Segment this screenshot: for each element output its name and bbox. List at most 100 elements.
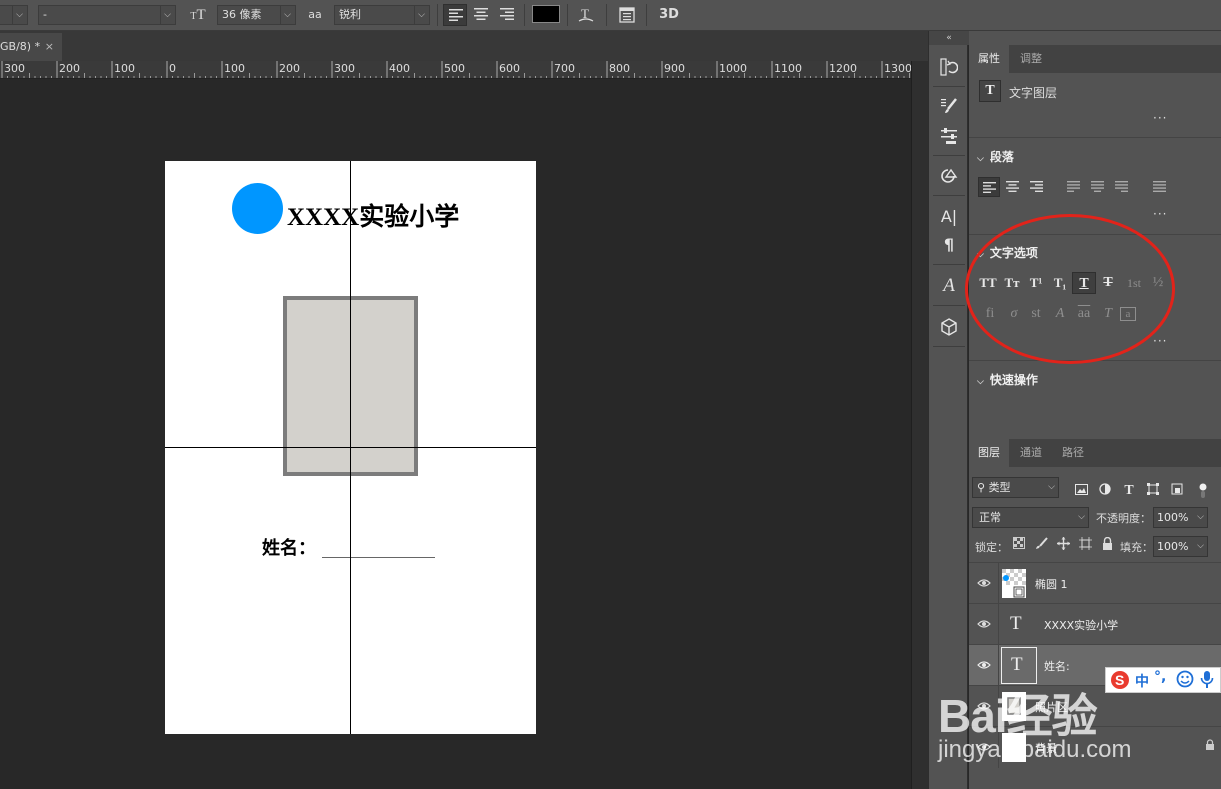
lock-transparent-icon[interactable]: [1011, 537, 1027, 553]
paragraph-section-title[interactable]: ⌵ 段落: [977, 148, 1014, 165]
ime-punctuation-icon[interactable]: °,: [1154, 669, 1166, 685]
tab-layers[interactable]: 图层: [969, 439, 1009, 467]
layer-filter-value: 类型: [988, 481, 1011, 494]
paragraph-icon[interactable]: ¶: [937, 233, 961, 257]
tab-paths[interactable]: 路径: [1053, 439, 1093, 467]
vertical-scrollbar[interactable]: [911, 61, 928, 789]
ellipse-logo[interactable]: [232, 183, 283, 234]
more-options-icon[interactable]: ···: [1153, 111, 1167, 125]
text-layer-icon: T: [979, 80, 1001, 102]
visibility-eye-icon[interactable]: [977, 617, 991, 631]
visibility-eye-icon[interactable]: [977, 699, 991, 713]
filter-adjustment-icon[interactable]: [1097, 483, 1113, 499]
layer-name[interactable]: 姓名:: [1044, 658, 1070, 674]
layers-tabs: 图层 通道 路径: [969, 439, 1221, 467]
filter-smartobject-icon[interactable]: [1169, 483, 1185, 499]
brush-settings-icon[interactable]: [937, 94, 961, 118]
para-align-left-button[interactable]: [978, 177, 1000, 197]
chevron-down-icon: ⌵: [1197, 541, 1204, 551]
emoji-icon[interactable]: [1176, 670, 1194, 692]
visibility-eye-icon[interactable]: [977, 740, 991, 754]
text-color-swatch[interactable]: [532, 5, 560, 23]
antialias-icon-label: aa: [308, 8, 322, 21]
visibility-eye-icon[interactable]: [977, 576, 991, 590]
3d-cube-icon[interactable]: [937, 315, 961, 339]
more-options-icon[interactable]: ···: [1153, 207, 1167, 221]
para-align-center-button[interactable]: [1002, 177, 1024, 197]
align-center-icon: [1006, 181, 1019, 192]
justify-left-icon: [1067, 181, 1080, 192]
layer-thumbnail: [1002, 733, 1026, 762]
justify-last-right-button[interactable]: [1111, 177, 1133, 197]
ime-chinese-mode[interactable]: 中: [1135, 671, 1149, 691]
blend-mode-select[interactable]: 正常 ⌵: [972, 507, 1089, 528]
opacity-label: 不透明度：: [1096, 512, 1151, 525]
para-align-right-button[interactable]: [1026, 177, 1048, 197]
divider: [998, 563, 999, 604]
name-label-text[interactable]: 姓名：: [262, 534, 316, 560]
lock-artboard-icon[interactable]: [1077, 537, 1093, 553]
horizontal-guide[interactable]: [165, 447, 536, 448]
lock-position-icon[interactable]: [1055, 537, 1071, 553]
layer-name[interactable]: 照片区: [1035, 699, 1068, 715]
collapse-panels-icon[interactable]: «: [929, 31, 969, 45]
tab-channels[interactable]: 通道: [1011, 439, 1051, 467]
character-icon[interactable]: A|: [937, 205, 961, 229]
tab-properties[interactable]: 属性: [969, 45, 1009, 73]
filter-toggle-icon[interactable]: [1195, 483, 1211, 499]
filter-pixel-icon[interactable]: [1073, 483, 1089, 499]
antialias-icon: aa: [304, 5, 326, 25]
lock-pixels-icon[interactable]: [1033, 537, 1049, 553]
layer-row[interactable]: 椭圆 1: [969, 562, 1221, 604]
antialias-select[interactable]: 锐利 ⌵: [334, 5, 430, 25]
tab-adjustments[interactable]: 调整: [1011, 45, 1051, 73]
lock-icon: [1206, 739, 1214, 750]
layer-row[interactable]: 背景: [969, 726, 1221, 768]
microphone-icon[interactable]: [1200, 670, 1214, 693]
character-panel-icon[interactable]: [616, 5, 638, 25]
font-size-select[interactable]: 36 像素 ⌵: [217, 5, 296, 25]
school-name-text[interactable]: XXXX实验小学: [287, 197, 459, 233]
layer-name[interactable]: 椭圆 1: [1035, 576, 1068, 592]
warp-text-icon[interactable]: T: [575, 5, 597, 25]
layer-name[interactable]: 背景: [1035, 740, 1057, 756]
filter-type-icon[interactable]: T: [1121, 483, 1137, 499]
opacity-input[interactable]: 100% ⌵: [1153, 507, 1208, 528]
layer-filter-select[interactable]: ⚲ 类型 ⌵: [972, 477, 1059, 498]
close-tab-icon[interactable]: ×: [45, 33, 54, 61]
more-options-icon[interactable]: ···: [1153, 334, 1167, 348]
chevron-down-icon: ⌵: [1197, 512, 1204, 522]
document-tab[interactable]: GB/8) * ×: [0, 33, 62, 61]
blend-mode-value: 正常: [979, 511, 1001, 524]
lock-all-icon[interactable]: [1099, 536, 1115, 553]
align-right-button[interactable]: [495, 4, 519, 26]
font-style-select[interactable]: - ⌵: [38, 5, 176, 25]
ruler-label: 600: [499, 62, 520, 75]
glyphs-icon[interactable]: A: [937, 274, 961, 298]
ruler-label: 400: [389, 62, 410, 75]
visibility-eye-icon[interactable]: [977, 658, 991, 672]
history-icon[interactable]: [937, 55, 961, 79]
divider: [933, 346, 965, 347]
justify-all-button[interactable]: [1149, 177, 1171, 197]
font-family-select[interactable]: ⌵: [0, 5, 28, 25]
text-layer-thumbnail-frame: T: [1001, 647, 1037, 684]
justify-center-icon: [1091, 181, 1104, 192]
justify-last-center-button[interactable]: [1087, 177, 1109, 197]
shapes-icon[interactable]: [937, 164, 961, 188]
align-left-button[interactable]: [443, 4, 467, 26]
justify-last-left-button[interactable]: [1063, 177, 1085, 197]
filter-shape-icon[interactable]: [1145, 483, 1161, 499]
divider: [606, 4, 607, 26]
adjustment-sliders-icon[interactable]: [937, 124, 961, 148]
layer-name[interactable]: XXXX实验小学: [1044, 617, 1118, 633]
fill-input[interactable]: 100% ⌵: [1153, 536, 1208, 557]
chevron-down-icon: ⌵: [977, 377, 984, 387]
align-center-button[interactable]: [469, 4, 493, 26]
layer-row[interactable]: T XXXX实验小学: [969, 603, 1221, 645]
ruler-label: 1000: [719, 62, 747, 75]
ime-toolbar[interactable]: S 中 °,: [1105, 667, 1221, 693]
quick-actions-section-title[interactable]: ⌵ 快速操作: [977, 371, 1038, 388]
document-canvas[interactable]: XXXX实验小学 姓名：: [165, 161, 536, 734]
3d-button[interactable]: 3D: [656, 5, 682, 25]
